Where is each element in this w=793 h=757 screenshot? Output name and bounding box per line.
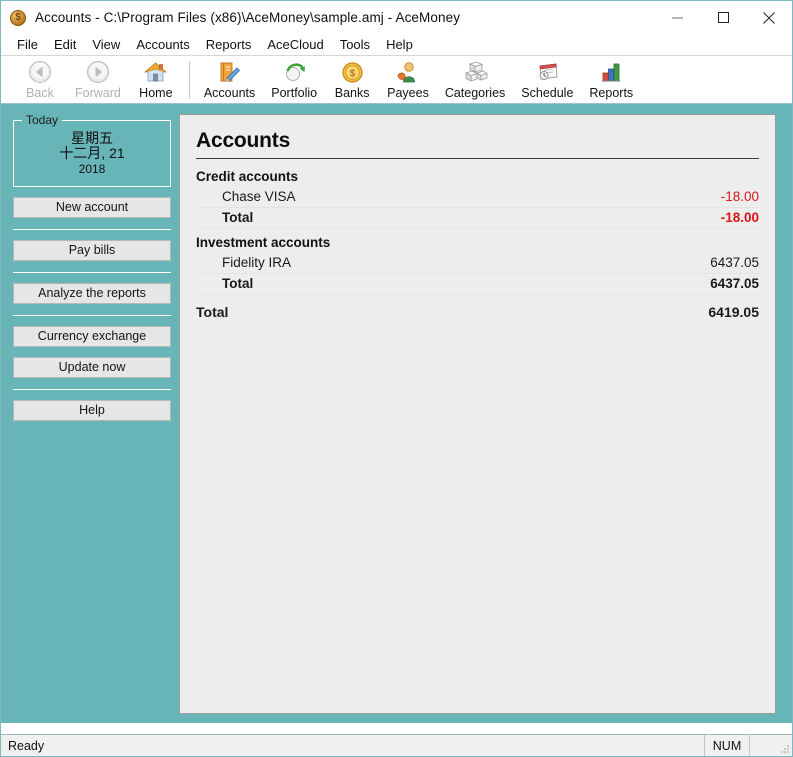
toolbar-label-categories: Categories <box>445 86 505 100</box>
forward-arrow-icon <box>85 59 111 85</box>
toolbar-button-back[interactable]: Back <box>13 58 67 100</box>
accounts-book-icon <box>217 59 243 85</box>
accounts-panel: Accounts Credit accounts Chase VISA -18.… <box>179 114 776 714</box>
toolbar-button-schedule[interactable]: Schedule <box>513 58 581 100</box>
today-panel: Today 星期五 十二月, 21 2018 <box>13 120 171 187</box>
new-account-button[interactable]: New account <box>13 197 171 218</box>
status-bar: Ready NUM <box>1 734 792 756</box>
toolbar: Back Forward Home <box>1 56 792 104</box>
group-total-amount: 6437.05 <box>710 276 759 291</box>
sidebar: Today 星期五 十二月, 21 2018 New account Pay b… <box>13 114 171 421</box>
menu-item-accounts[interactable]: Accounts <box>128 36 197 53</box>
toolbar-button-forward[interactable]: Forward <box>67 58 129 100</box>
update-now-button[interactable]: Update now <box>13 357 171 378</box>
schedule-calendar-icon <box>534 59 560 85</box>
table-row[interactable]: Chase VISA -18.00 <box>196 187 759 208</box>
account-group-credit: Credit accounts Chase VISA -18.00 Total … <box>196 169 759 229</box>
client-area: Today 星期五 十二月, 21 2018 New account Pay b… <box>1 104 792 723</box>
today-panel-legend: Today <box>22 113 62 127</box>
account-balance: 6437.05 <box>710 255 759 270</box>
application-window: $ Accounts - C:\Program Files (x86)\AceM… <box>0 0 793 757</box>
toolbar-label-home: Home <box>139 86 172 100</box>
banks-coin-icon: $ <box>339 59 365 85</box>
table-row: Total -18.00 <box>196 208 759 229</box>
group-title: Investment accounts <box>196 235 759 250</box>
toolbar-label-portfolio: Portfolio <box>271 86 317 100</box>
today-year: 2018 <box>79 162 106 176</box>
menu-item-acecloud[interactable]: AceCloud <box>259 36 331 53</box>
svg-text:$: $ <box>349 68 355 79</box>
page-title: Accounts <box>196 129 759 153</box>
sidebar-divider <box>13 315 171 316</box>
account-group-investment: Investment accounts Fidelity IRA 6437.05… <box>196 235 759 295</box>
toolbar-separator <box>189 61 190 99</box>
account-name: Fidelity IRA <box>196 255 291 270</box>
group-total-label: Total <box>196 210 253 225</box>
grand-total-row: Total 6419.05 <box>196 302 759 323</box>
title-bar: $ Accounts - C:\Program Files (x86)\AceM… <box>1 1 792 34</box>
today-weekday: 星期五 <box>71 131 113 146</box>
currency-exchange-button[interactable]: Currency exchange <box>13 326 171 347</box>
toolbar-button-payees[interactable]: Payees <box>379 58 437 100</box>
menu-item-file[interactable]: File <box>9 36 46 53</box>
sidebar-divider <box>13 229 171 230</box>
grand-total-amount: 6419.05 <box>708 304 759 320</box>
toolbar-label-forward: Forward <box>75 86 121 100</box>
title-divider <box>196 158 759 159</box>
table-row: Total 6437.05 <box>196 274 759 295</box>
resize-grip[interactable] <box>776 735 792 756</box>
coin-dollar-icon: $ <box>10 10 26 26</box>
minimize-button[interactable] <box>654 1 700 34</box>
table-row[interactable]: Fidelity IRA 6437.05 <box>196 253 759 274</box>
toolbar-label-banks: Banks <box>335 86 370 100</box>
toolbar-label-schedule: Schedule <box>521 86 573 100</box>
sidebar-divider <box>13 272 171 273</box>
close-button[interactable] <box>746 1 792 34</box>
menu-item-tools[interactable]: Tools <box>332 36 378 53</box>
sidebar-divider <box>13 389 171 390</box>
categories-boxes-icon <box>462 59 488 85</box>
toolbar-button-reports[interactable]: Reports <box>581 58 641 100</box>
toolbar-label-reports: Reports <box>589 86 633 100</box>
group-title: Credit accounts <box>196 169 759 184</box>
toolbar-button-banks[interactable]: $ Banks <box>325 58 379 100</box>
toolbar-button-accounts[interactable]: Accounts <box>196 58 263 100</box>
account-balance: -18.00 <box>721 189 759 204</box>
menu-item-help[interactable]: Help <box>378 36 421 53</box>
pay-bills-button[interactable]: Pay bills <box>13 240 171 261</box>
toolbar-button-categories[interactable]: Categories <box>437 58 513 100</box>
status-message: Ready <box>1 739 704 753</box>
group-total-label: Total <box>196 276 253 291</box>
num-lock-indicator: NUM <box>704 735 750 756</box>
menu-item-view[interactable]: View <box>84 36 128 53</box>
portfolio-sphere-icon <box>281 59 307 85</box>
toolbar-label-payees: Payees <box>387 86 429 100</box>
group-total-amount: -18.00 <box>721 210 759 225</box>
grand-total-label: Total <box>196 304 228 320</box>
home-icon <box>143 59 169 85</box>
toolbar-label-back: Back <box>26 86 54 100</box>
maximize-button[interactable] <box>700 1 746 34</box>
menu-bar: File Edit View Accounts Reports AceCloud… <box>1 34 792 56</box>
analyze-reports-button[interactable]: Analyze the reports <box>13 283 171 304</box>
toolbar-button-home[interactable]: Home <box>129 58 183 100</box>
payees-person-icon <box>395 59 421 85</box>
today-month-day: 十二月, 21 <box>59 145 124 162</box>
account-name: Chase VISA <box>196 189 296 204</box>
help-button[interactable]: Help <box>13 400 171 421</box>
toolbar-label-accounts: Accounts <box>204 86 255 100</box>
reports-chart-icon <box>598 59 624 85</box>
menu-item-reports[interactable]: Reports <box>198 36 260 53</box>
menu-item-edit[interactable]: Edit <box>46 36 84 53</box>
status-spacer <box>750 735 776 756</box>
window-title: Accounts - C:\Program Files (x86)\AceMon… <box>35 10 460 25</box>
back-arrow-icon <box>27 59 53 85</box>
window-controls <box>654 1 792 34</box>
toolbar-button-portfolio[interactable]: Portfolio <box>263 58 325 100</box>
